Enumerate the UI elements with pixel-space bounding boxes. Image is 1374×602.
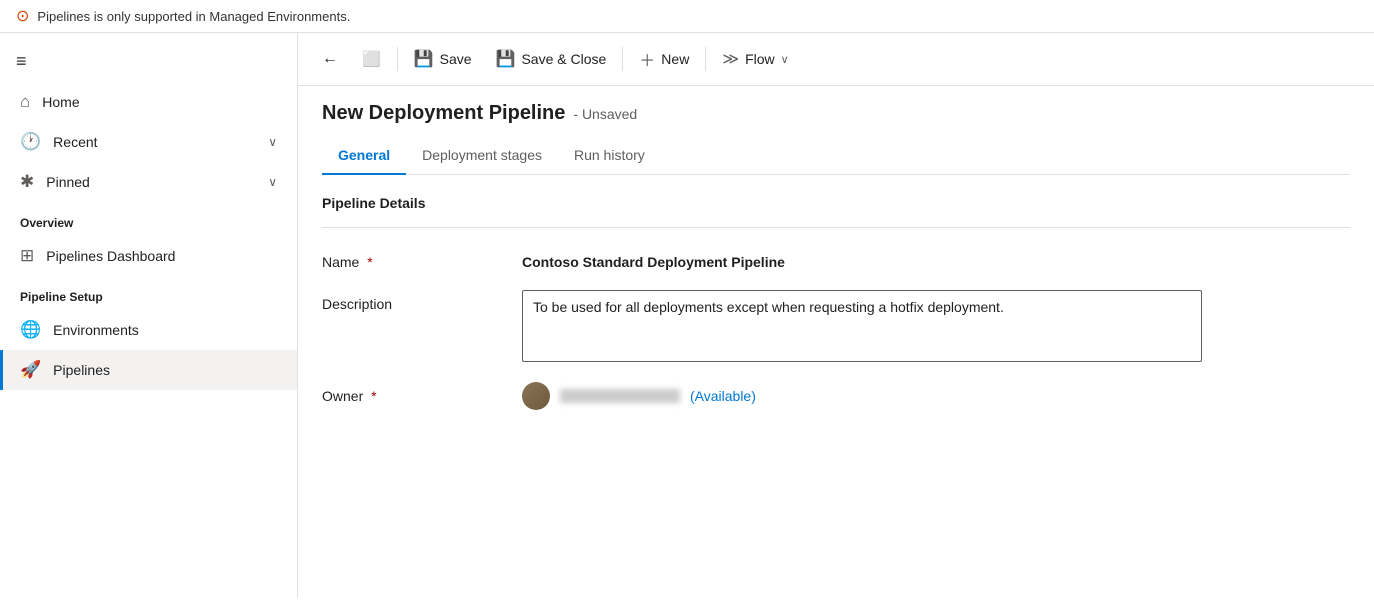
required-indicator: *: [367, 254, 372, 270]
sidebar-item-recent[interactable]: 🕐 Recent ∨: [0, 122, 297, 162]
sidebar-item-label: Pipelines Dashboard: [46, 248, 175, 264]
save-close-label: Save & Close: [521, 51, 606, 67]
new-label: New: [661, 51, 689, 67]
overview-section-label: Overview: [0, 202, 297, 236]
dashboard-icon: ⊞: [20, 246, 34, 266]
flow-button[interactable]: ≫ Flow ∨: [710, 43, 800, 75]
tab-run-history[interactable]: Run history: [558, 137, 661, 175]
toolbar-divider-2: [622, 47, 623, 71]
description-label: Description: [322, 290, 522, 312]
open-icon: ⬜: [362, 50, 381, 68]
name-field-row: Name * Contoso Standard Deployment Pipel…: [322, 248, 1350, 270]
sidebar-item-label: Pipelines: [53, 362, 110, 378]
home-icon: ⌂: [20, 92, 30, 112]
sidebar-item-pipelines[interactable]: 🚀 Pipelines: [0, 350, 297, 390]
toolbar-divider-3: [705, 47, 706, 71]
warning-icon: ⊙: [16, 6, 29, 26]
chevron-down-icon: ∨: [268, 175, 277, 189]
toolbar-divider: [397, 47, 398, 71]
owner-field-row: Owner * (Available): [322, 382, 1350, 410]
recent-icon: 🕐: [20, 132, 41, 152]
required-indicator: *: [371, 388, 376, 404]
owner-name-blurred: [560, 389, 680, 403]
save-close-icon: 💾: [496, 49, 516, 69]
flow-label: Flow: [745, 51, 775, 67]
banner-text: Pipelines is only supported in Managed E…: [37, 9, 350, 24]
page-header: New Deployment Pipeline - Unsaved Genera…: [298, 86, 1374, 175]
page-title: New Deployment Pipeline: [322, 102, 565, 125]
save-label: Save: [440, 51, 472, 67]
owner-available-status: (Available): [690, 388, 756, 404]
name-label: Name *: [322, 248, 522, 270]
sidebar-menu-button[interactable]: ≡: [0, 41, 297, 82]
save-icon: 💾: [414, 49, 434, 69]
tab-general[interactable]: General: [322, 137, 406, 175]
sidebar-item-label: Recent: [53, 134, 97, 150]
sidebar-item-label: Pinned: [46, 174, 90, 190]
owner-label: Owner *: [322, 382, 522, 404]
pipeline-setup-section-label: Pipeline Setup: [0, 276, 297, 310]
sidebar: ≡ ⌂ Home 🕐 Recent ∨ ✱ Pinned ∨ Overview …: [0, 33, 298, 598]
hamburger-icon: ≡: [16, 51, 27, 71]
save-close-button[interactable]: 💾 Save & Close: [484, 43, 619, 75]
back-button[interactable]: ←: [314, 44, 346, 74]
chevron-down-icon: ∨: [781, 53, 789, 66]
section-divider: [322, 227, 1350, 228]
pin-icon: ✱: [20, 172, 34, 192]
avatar: [522, 382, 550, 410]
description-textarea[interactable]: To be used for all deployments except wh…: [522, 290, 1202, 362]
tabs: General Deployment stages Run history: [322, 137, 1350, 175]
sidebar-item-pipelines-dashboard[interactable]: ⊞ Pipelines Dashboard: [0, 236, 297, 276]
save-button[interactable]: 💾 Save: [402, 43, 484, 75]
unsaved-badge: - Unsaved: [573, 106, 637, 122]
new-button[interactable]: ＋ New: [627, 41, 701, 77]
sidebar-item-environments[interactable]: 🌐 Environments: [0, 310, 297, 350]
sidebar-item-pinned[interactable]: ✱ Pinned ∨: [0, 162, 297, 202]
managed-environments-banner: ⊙ Pipelines is only supported in Managed…: [0, 0, 1374, 33]
main-content: ← ⬜ 💾 Save 💾 Save & Close ＋ New ≫ F: [298, 33, 1374, 598]
pipeline-details-title: Pipeline Details: [322, 195, 1350, 211]
globe-icon: 🌐: [20, 320, 41, 340]
owner-value: (Available): [522, 382, 756, 410]
sidebar-item-label: Home: [42, 94, 79, 110]
sidebar-item-home[interactable]: ⌂ Home: [0, 82, 297, 122]
toolbar: ← ⬜ 💾 Save 💾 Save & Close ＋ New ≫ F: [298, 33, 1374, 86]
sidebar-item-label: Environments: [53, 322, 139, 338]
open-button[interactable]: ⬜: [350, 44, 393, 74]
form-area: Pipeline Details Name * Contoso Standard…: [298, 175, 1374, 450]
flow-icon: ≫: [722, 49, 739, 69]
description-field-row: Description To be used for all deploymen…: [322, 290, 1350, 362]
name-value: Contoso Standard Deployment Pipeline: [522, 248, 1350, 270]
plus-icon: ＋: [639, 47, 655, 71]
rocket-icon: 🚀: [20, 360, 41, 380]
tab-deployment-stages[interactable]: Deployment stages: [406, 137, 558, 175]
back-icon: ←: [322, 50, 338, 68]
chevron-down-icon: ∨: [268, 135, 277, 149]
